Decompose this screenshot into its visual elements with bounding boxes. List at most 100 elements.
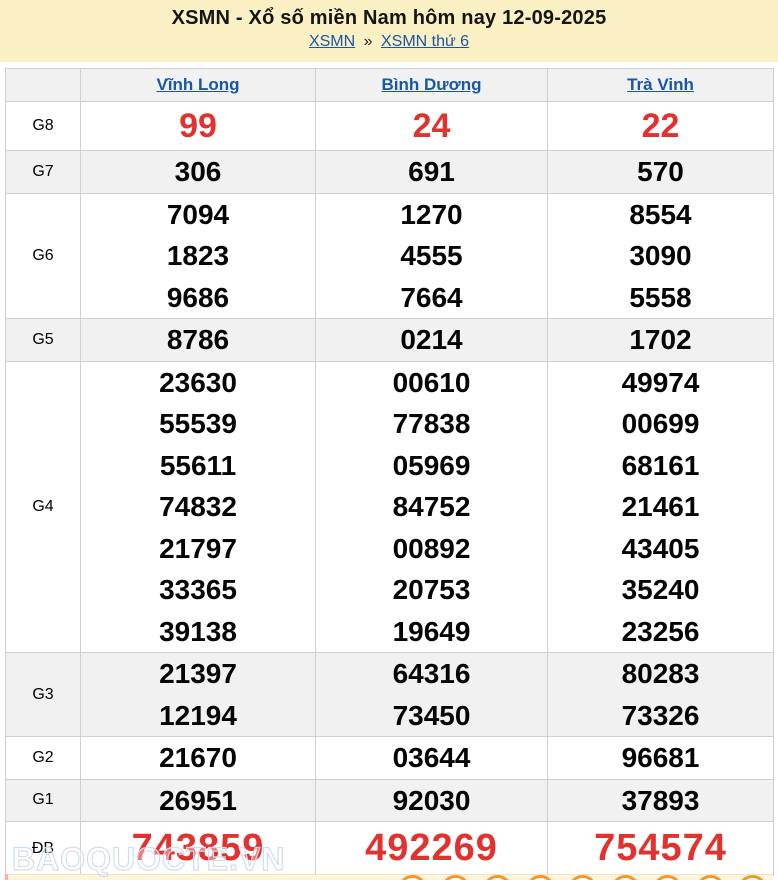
result-number: 73326: [548, 695, 773, 737]
prize-row: G3213971219464316734508028373326: [6, 653, 774, 737]
result-number: 7094: [81, 194, 315, 236]
prize-label: G5: [6, 319, 81, 362]
prize-label: G4: [6, 361, 81, 653]
breadcrumb-link-xsmn-thu-6[interactable]: XSMN thứ 6: [381, 33, 469, 50]
result-cell: 306: [81, 151, 316, 194]
result-number: 21461: [548, 486, 773, 528]
prize-label: ĐB: [6, 822, 81, 876]
prize-row: G6709418239686127045557664855430905558: [6, 193, 774, 319]
result-number: 22: [548, 102, 773, 150]
result-number: 492269: [316, 822, 547, 875]
result-number: 4555: [316, 235, 547, 277]
next-section-border: [5, 874, 8, 880]
prize-row: G5878602141702: [6, 319, 774, 362]
result-number: 306: [81, 151, 315, 193]
column-link-vinh-long[interactable]: Vĩnh Long: [156, 75, 239, 94]
result-number: 26951: [81, 780, 315, 822]
prize-row: G1269519203037893: [6, 779, 774, 822]
result-number: 33365: [81, 569, 315, 611]
result-number: 9686: [81, 277, 315, 319]
column-link-binh-duong[interactable]: Bình Dương: [382, 75, 482, 94]
prize-label: G6: [6, 193, 81, 319]
result-cell: 743859: [81, 822, 316, 876]
result-number: 1270: [316, 194, 547, 236]
prize-row: G7306691570: [6, 151, 774, 194]
prize-label: G7: [6, 151, 81, 194]
result-cell: 96681: [548, 737, 774, 780]
column-header-tra-vinh: Trà Vinh: [548, 69, 774, 102]
page-title: XSMN - Xổ số miền Nam hôm nay 12-09-2025: [0, 0, 778, 30]
result-number: 64316: [316, 653, 547, 695]
result-cell: 37893: [548, 779, 774, 822]
result-cell: 22: [548, 102, 774, 151]
result-number: 12194: [81, 695, 315, 737]
result-number: 39138: [81, 611, 315, 653]
breadcrumb: XSMN » XSMN thứ 6: [0, 33, 778, 51]
result-number: 80283: [548, 653, 773, 695]
result-number: 84752: [316, 486, 547, 528]
column-link-tra-vinh[interactable]: Trà Vinh: [627, 75, 694, 94]
prize-label: G3: [6, 653, 81, 737]
result-number: 20753: [316, 569, 547, 611]
result-number: 23630: [81, 362, 315, 404]
result-number: 35240: [548, 569, 773, 611]
lottery-results-page: XSMN - Xổ số miền Nam hôm nay 12-09-2025…: [0, 0, 778, 880]
result-cell: 92030: [316, 779, 548, 822]
result-cell: 8028373326: [548, 653, 774, 737]
result-cell: 49974006996816121461434053524023256: [548, 361, 774, 653]
prize-row: G8992422: [6, 102, 774, 151]
result-cell: 1702: [548, 319, 774, 362]
result-number: 00699: [548, 403, 773, 445]
result-cell: 492269: [316, 822, 548, 876]
result-number: 43405: [548, 528, 773, 570]
result-number: 68161: [548, 445, 773, 487]
result-number: 1702: [548, 319, 773, 361]
result-cell: 754574: [548, 822, 774, 876]
breadcrumb-separator: »: [360, 33, 377, 50]
column-header-row: Vĩnh Long Bình Dương Trà Vinh: [6, 69, 774, 102]
result-number: 96681: [548, 737, 773, 779]
result-cell: 570: [548, 151, 774, 194]
result-number: 754574: [548, 822, 773, 875]
result-number: 570: [548, 151, 773, 193]
result-number: 743859: [81, 822, 315, 875]
prize-label: G1: [6, 779, 81, 822]
result-number: 00892: [316, 528, 547, 570]
result-number: 691: [316, 151, 547, 193]
result-number: 77838: [316, 403, 547, 445]
result-cell: 21670: [81, 737, 316, 780]
result-number: 03644: [316, 737, 547, 779]
result-cell: 691: [316, 151, 548, 194]
result-number: 8554: [548, 194, 773, 236]
result-number: 49974: [548, 362, 773, 404]
result-number: 92030: [316, 780, 547, 822]
prize-row: ĐB743859492269754574: [6, 822, 774, 876]
result-cell: 03644: [316, 737, 548, 780]
page-header: XSMN - Xổ số miền Nam hôm nay 12-09-2025…: [0, 0, 778, 62]
result-number: 73450: [316, 695, 547, 737]
result-cell: 8786: [81, 319, 316, 362]
prize-row: G423630555395561174832217973336539138006…: [6, 361, 774, 653]
result-number: 24: [316, 102, 547, 150]
result-number: 0214: [316, 319, 547, 361]
result-cell: 99: [81, 102, 316, 151]
result-cell: 0214: [316, 319, 548, 362]
result-number: 8786: [81, 319, 315, 361]
result-number: 05969: [316, 445, 547, 487]
result-cell: 127045557664: [316, 193, 548, 319]
column-header-binh-duong: Bình Dương: [316, 69, 548, 102]
prize-label: G2: [6, 737, 81, 780]
result-number: 21670: [81, 737, 315, 779]
result-number: 23256: [548, 611, 773, 653]
result-number: 3090: [548, 235, 773, 277]
result-number: 74832: [81, 486, 315, 528]
result-number: 19649: [316, 611, 547, 653]
result-cell: 709418239686: [81, 193, 316, 319]
prize-row: G2216700364496681: [6, 737, 774, 780]
result-number: 7664: [316, 277, 547, 319]
result-cell: 26951: [81, 779, 316, 822]
prize-label: G8: [6, 102, 81, 151]
breadcrumb-link-xsmn[interactable]: XSMN: [309, 33, 355, 50]
result-number: 55539: [81, 403, 315, 445]
result-number: 99: [81, 102, 315, 150]
